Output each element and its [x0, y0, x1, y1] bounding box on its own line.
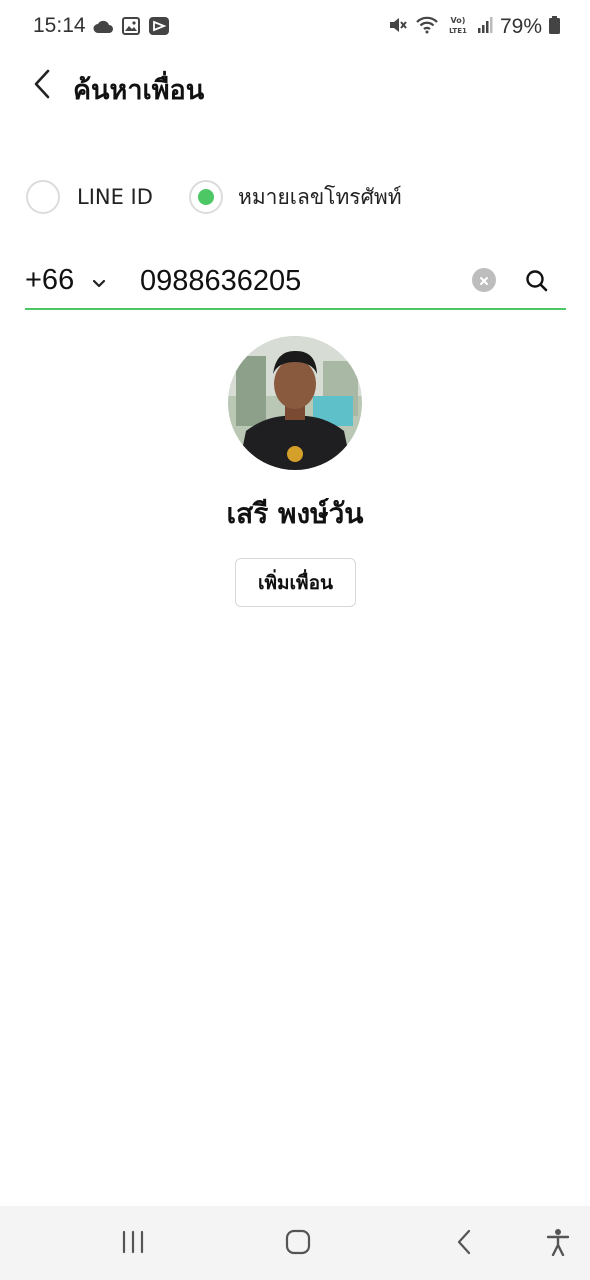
- signal-icon: [477, 16, 493, 38]
- cloud-icon: [92, 19, 114, 38]
- phone-number-input[interactable]: [140, 260, 460, 302]
- recent-apps-button[interactable]: [113, 1228, 153, 1260]
- avatar: [228, 336, 362, 470]
- close-icon: [479, 271, 489, 290]
- battery-icon: [549, 16, 560, 38]
- volte-icon: Vo) LTE1: [446, 14, 470, 40]
- home-icon: [285, 1229, 311, 1259]
- add-friend-button[interactable]: เพิ่มเพื่อน: [235, 558, 356, 607]
- radio-label-phone-number: หมายเลขโทรศัพท์: [238, 184, 402, 209]
- wifi-icon: [415, 15, 439, 39]
- page-title: ค้นหาเพื่อน: [73, 75, 205, 106]
- radio-line-id[interactable]: LINE ID: [26, 180, 153, 214]
- radio-phone-number[interactable]: หมายเลขโทรศัพท์: [189, 180, 402, 214]
- status-left-icons: [92, 16, 170, 40]
- country-code-selector[interactable]: +66: [25, 264, 74, 297]
- clear-input-button[interactable]: [472, 268, 496, 292]
- radio-button-line-id[interactable]: [26, 180, 60, 214]
- svg-text:LTE1: LTE1: [449, 27, 467, 35]
- profile-name: เสรี พงษ์วัน: [226, 497, 364, 530]
- recent-apps-icon: [120, 1230, 146, 1258]
- header: ค้นหาเพื่อน: [0, 58, 590, 114]
- radio-button-phone-number[interactable]: [189, 180, 223, 214]
- home-button[interactable]: [278, 1228, 318, 1260]
- accessibility-button[interactable]: [538, 1228, 578, 1260]
- battery-percentage: 79%: [499, 15, 542, 38]
- search-icon[interactable]: [525, 269, 549, 297]
- chevron-left-icon: [32, 69, 52, 103]
- image-icon: [122, 17, 140, 39]
- system-nav-bar: [0, 1206, 590, 1280]
- cast-icon: [148, 16, 170, 40]
- back-button[interactable]: [24, 68, 60, 104]
- mute-icon: [388, 15, 408, 39]
- phone-search-field: +66: [25, 256, 566, 310]
- svg-text:Vo): Vo): [451, 16, 466, 25]
- status-right-icons: Vo) LTE1 79%: [388, 14, 560, 40]
- status-time: 15:14: [33, 14, 86, 37]
- accessibility-icon: [546, 1228, 570, 1260]
- status-bar: 15:14 Vo) LTE1 79%: [0, 0, 590, 56]
- chevron-down-icon[interactable]: [92, 274, 106, 293]
- nav-back-button[interactable]: [444, 1228, 484, 1260]
- back-icon: [456, 1229, 472, 1259]
- radio-label-line-id: LINE ID: [77, 185, 153, 209]
- search-mode-group: LINE ID หมายเลขโทรศัพท์: [0, 180, 590, 220]
